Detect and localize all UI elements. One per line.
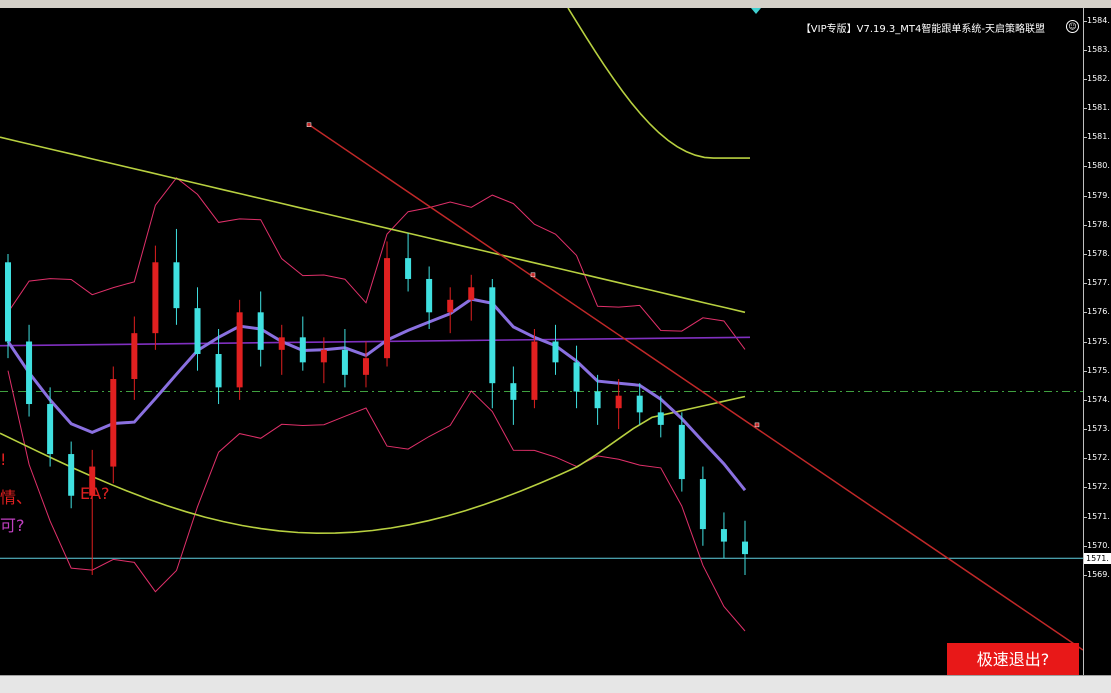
candle-body — [657, 412, 664, 425]
bollinger-upper-band — [7, 177, 746, 350]
price-tick-mark — [1083, 108, 1087, 110]
candle-body — [468, 287, 475, 300]
current-price-label: 1571. — [1084, 553, 1111, 565]
price-tick-label: 1573. — [1087, 424, 1110, 434]
price-tick-label: 1577. — [1087, 278, 1110, 288]
price-tick-label: 1584. — [1087, 15, 1110, 25]
price-tick-label: 1575. — [1087, 336, 1110, 346]
candles-group — [5, 228, 748, 575]
price-tick-label: 1578. — [1087, 219, 1110, 229]
price-tick-mark — [1083, 545, 1087, 547]
candle-body — [447, 299, 454, 313]
price-tick-label: 1571. — [1087, 511, 1110, 521]
price-tick-mark — [1083, 399, 1087, 401]
trendline-handle[interactable] — [306, 122, 312, 127]
price-tick-mark — [1083, 458, 1087, 460]
price-tick-label: 1578. — [1087, 248, 1110, 258]
overlay-text-qing: 情、 — [0, 488, 33, 507]
price-tick-label: 1569. — [1087, 569, 1110, 579]
overlay-text-ke: 可? — [0, 516, 25, 535]
chart-shift-marker-icon[interactable] — [751, 8, 761, 14]
window-title: 【VIP专版】V7.19.3_MT4智能跟单系统-天启策略联盟 — [800, 24, 1045, 35]
candle-body — [489, 287, 496, 384]
candle-body — [636, 395, 643, 413]
moving-average-mid — [6, 297, 747, 492]
candle-body — [257, 312, 264, 350]
price-tick-mark — [1083, 20, 1087, 22]
price-tick-label: 1574. — [1087, 394, 1110, 404]
price-tick-label: 1575. — [1087, 365, 1110, 375]
candle-body — [194, 308, 201, 355]
price-tick-label: 1572. — [1087, 482, 1110, 492]
price-tick-label: 1579. — [1087, 190, 1110, 200]
candle-body — [5, 262, 11, 342]
candle-body — [615, 395, 622, 409]
price-tick-mark — [1083, 78, 1087, 80]
trendline-handle[interactable] — [530, 272, 536, 278]
candle-body — [152, 262, 159, 334]
candle-body — [278, 337, 285, 350]
bollinger-lower-band — [7, 370, 746, 632]
price-tick-mark — [1083, 312, 1087, 314]
price-tick-mark — [1083, 283, 1087, 285]
candle-body — [552, 341, 559, 363]
price-tick-mark — [1083, 166, 1087, 168]
trendline[interactable] — [308, 124, 1083, 651]
price-tick-label: 1576. — [1087, 307, 1110, 317]
price-tick-mark — [1083, 516, 1087, 518]
candle-body — [236, 312, 243, 388]
candle-body — [110, 379, 117, 467]
price-tick-label: 1583. — [1087, 44, 1110, 54]
overlay-text-ea: EA? — [80, 484, 110, 503]
price-tick-label: 1581. — [1087, 103, 1110, 113]
candle-body — [405, 258, 412, 279]
price-tick-label: 1582. — [1087, 73, 1110, 83]
quick-exit-button[interactable]: 极速退出? — [947, 643, 1079, 675]
candle-body — [299, 337, 306, 363]
overlay-text-exclaim: ! — [0, 450, 7, 469]
candle-body — [573, 362, 580, 392]
smiley-icon[interactable]: ☺ — [1066, 20, 1079, 33]
candle-body — [215, 354, 222, 388]
price-tick-mark — [1083, 49, 1087, 51]
moving-average-slow-arc — [567, 8, 750, 159]
candle-body — [510, 383, 517, 400]
price-tick-label: 1572. — [1087, 453, 1110, 463]
price-tick-mark — [1083, 370, 1087, 372]
candle-body — [68, 454, 75, 496]
price-tick-label: 1581. — [1087, 132, 1110, 142]
candle-body — [699, 479, 706, 530]
chart-area[interactable]: ! 情、 EA? 可? 【VIP专版】V7.19.3_MT4智能跟单系统-天启策… — [0, 8, 1083, 675]
candle-body — [531, 341, 538, 400]
candle-body — [341, 349, 348, 375]
chart-svg — [0, 8, 1083, 651]
price-tick-mark — [1083, 429, 1087, 431]
window-bottom-bar — [0, 675, 1111, 693]
price-tick-mark — [1083, 487, 1087, 489]
trendline-handle[interactable] — [754, 422, 760, 428]
moving-average-slow-upper — [0, 136, 746, 314]
candle-body — [594, 391, 601, 409]
price-tick-mark — [1083, 137, 1087, 139]
chart-window: ! 情、 EA? 可? 【VIP专版】V7.19.3_MT4智能跟单系统-天启策… — [0, 0, 1111, 693]
candle-body — [26, 341, 33, 405]
price-tick-label: 1570. — [1087, 540, 1110, 550]
price-tick-mark — [1083, 195, 1087, 197]
price-tick-mark — [1083, 224, 1087, 226]
candle-body — [742, 541, 748, 555]
price-tick-mark — [1083, 574, 1087, 576]
price-tick-mark — [1083, 253, 1087, 255]
candle-body — [362, 358, 369, 375]
price-tick-label: 1580. — [1087, 161, 1110, 171]
candle-body — [720, 529, 727, 542]
price-tick-mark — [1083, 341, 1087, 343]
candle-body — [47, 404, 54, 455]
candle-body — [426, 278, 433, 313]
candle-body — [131, 333, 138, 380]
candle-body — [678, 424, 685, 480]
moving-average-long — [0, 336, 751, 347]
candle-body — [320, 349, 327, 363]
candle-body — [384, 258, 391, 359]
candle-body — [173, 262, 180, 309]
